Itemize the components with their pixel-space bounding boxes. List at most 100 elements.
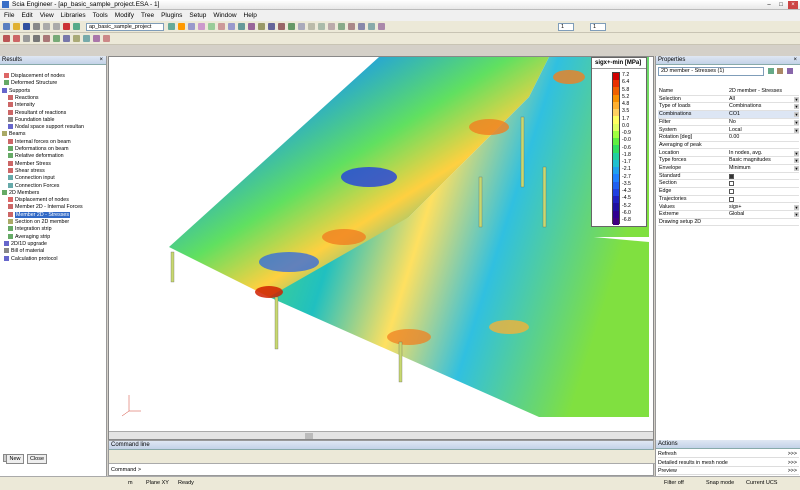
property-row[interactable]: Standard xyxy=(658,173,799,181)
tree-item[interactable]: Relative deformation xyxy=(8,153,64,160)
beam-tool-icon[interactable] xyxy=(33,35,40,42)
tree-item[interactable]: Member 2D - Stresses xyxy=(8,211,70,219)
filter-icon[interactable] xyxy=(768,68,774,74)
property-value[interactable]: Basic magnitudes xyxy=(729,157,797,164)
property-row[interactable]: Type of loads Combinations ▼ xyxy=(658,103,799,111)
menu-libraries[interactable]: Libraries xyxy=(61,12,86,19)
tree-item[interactable]: Connection Forces xyxy=(8,183,59,190)
properties-selector[interactable]: 2D member - Stresses (1) xyxy=(658,67,764,76)
menu-tools[interactable]: Tools xyxy=(93,12,108,19)
property-value[interactable]: Minimum xyxy=(729,165,797,172)
tree-item[interactable]: Member 2D - Internal Forces xyxy=(8,204,83,211)
menu-tree[interactable]: Tree xyxy=(141,12,154,19)
property-row[interactable]: Selection All ▼ xyxy=(658,96,799,104)
tree-item[interactable]: Bill of material xyxy=(4,248,44,255)
property-value[interactable]: sigx+ xyxy=(729,204,797,211)
spin-input-1[interactable]: 1 xyxy=(558,22,574,31)
action-row[interactable]: Preview >>> xyxy=(658,467,799,475)
light-icon[interactable] xyxy=(378,23,385,30)
tree-item[interactable]: Section on 2D member xyxy=(8,219,69,226)
chevron-down-icon[interactable]: ▼ xyxy=(794,166,799,171)
property-row[interactable]: Rotation [deg] 0.00 xyxy=(658,134,799,142)
tree-item[interactable]: Shear stress xyxy=(8,168,45,175)
property-checkbox[interactable] xyxy=(729,196,734,202)
tree-item[interactable]: Deformed Structure xyxy=(4,80,57,87)
chevron-down-icon[interactable]: ▼ xyxy=(794,204,799,210)
tree-item[interactable]: Calculation protocol xyxy=(4,256,58,263)
action-go-button[interactable]: >>> xyxy=(788,467,797,475)
tree-item[interactable]: Nodal space support resultan xyxy=(8,124,84,131)
action-row[interactable]: Detailed results in mesh node >>> xyxy=(658,459,799,467)
close-button[interactable]: Close xyxy=(27,454,47,464)
menu-setup[interactable]: Setup xyxy=(189,12,206,19)
clip-icon[interactable] xyxy=(368,23,375,30)
combination-tool-icon[interactable] xyxy=(93,35,100,42)
opening-tool-icon[interactable] xyxy=(53,35,60,42)
action-row[interactable]: Refresh >>> xyxy=(658,450,799,458)
chevron-down-icon[interactable]: ▼ xyxy=(794,96,799,102)
mesh-icon[interactable] xyxy=(198,23,205,30)
support-tool-icon[interactable] xyxy=(3,35,10,42)
measure-icon[interactable] xyxy=(358,23,365,30)
render-icon[interactable] xyxy=(278,23,285,30)
plate-tool-icon[interactable] xyxy=(43,35,50,42)
property-row[interactable]: System Local ▼ xyxy=(658,127,799,134)
tree-item[interactable]: Beams xyxy=(2,131,26,138)
layer-icon[interactable] xyxy=(308,23,315,30)
tree-item[interactable]: Resultant of reactions xyxy=(8,110,66,117)
tree-item[interactable]: Intensity xyxy=(8,102,35,109)
action-go-button[interactable]: >>> xyxy=(788,459,797,467)
property-value[interactable]: Combinations xyxy=(729,103,797,110)
snap-icon[interactable] xyxy=(348,23,355,30)
tree-item[interactable]: Supports xyxy=(2,88,30,95)
edit-icon[interactable] xyxy=(777,68,783,74)
property-value[interactable]: 0.00 xyxy=(729,134,797,141)
filter-icon[interactable] xyxy=(318,23,325,30)
project-combo[interactable]: ap_basic_sample_project xyxy=(86,22,164,31)
menu-modify[interactable]: Modify xyxy=(115,12,134,19)
check-icon[interactable] xyxy=(188,23,195,30)
load-tool-icon[interactable] xyxy=(13,35,20,42)
chevron-down-icon[interactable]: ▼ xyxy=(794,119,799,125)
menu-plugins[interactable]: Plugins xyxy=(161,12,182,19)
new-button[interactable]: New xyxy=(6,454,24,464)
close-window-button[interactable]: × xyxy=(788,1,798,9)
property-checkbox[interactable] xyxy=(729,181,734,187)
tree-item[interactable]: Member Stress xyxy=(8,161,51,168)
property-value[interactable]: In nodes, avg. xyxy=(729,150,797,157)
scrollbar-thumb[interactable] xyxy=(305,433,313,439)
property-value[interactable]: Local xyxy=(729,127,797,134)
chevron-down-icon[interactable]: ▼ xyxy=(794,150,799,156)
status-snap[interactable]: Snap mode xyxy=(706,480,734,486)
pan-icon[interactable] xyxy=(258,23,265,30)
maximize-button[interactable]: □ xyxy=(776,1,786,9)
open-folder-icon[interactable] xyxy=(13,23,20,30)
chevron-down-icon[interactable]: ▼ xyxy=(794,212,799,218)
undo-icon[interactable] xyxy=(43,23,50,30)
property-row[interactable]: Values sigx+ ▼ xyxy=(658,204,799,211)
new-file-icon[interactable] xyxy=(3,23,10,30)
grid-icon[interactable] xyxy=(338,23,345,30)
panel-close-icon[interactable]: × xyxy=(99,57,103,63)
display-icon[interactable] xyxy=(298,23,305,30)
minimize-button[interactable]: – xyxy=(764,1,774,9)
property-row[interactable]: Name 2D member - Stresses xyxy=(658,88,799,96)
calc-icon[interactable] xyxy=(168,23,175,30)
property-checkbox[interactable] xyxy=(729,173,734,179)
property-value[interactable]: 2D member - Stresses xyxy=(729,88,797,95)
tree-item[interactable]: Averaging strip xyxy=(8,234,50,241)
tree-item[interactable]: Deformations on beam xyxy=(8,146,69,153)
chevron-down-icon[interactable]: ▼ xyxy=(794,112,799,118)
property-value[interactable]: CO1 xyxy=(729,111,797,118)
zoom-out-icon[interactable] xyxy=(248,23,255,30)
tree-item[interactable]: Foundation table xyxy=(8,117,54,124)
property-row[interactable]: Envelope Minimum ▼ xyxy=(658,165,799,173)
property-row[interactable]: Combinations CO1 ▼ xyxy=(658,111,799,119)
menu-view[interactable]: View xyxy=(40,12,54,19)
menu-help[interactable]: Help xyxy=(244,12,257,19)
tree-item[interactable]: Reactions xyxy=(8,95,39,102)
rib-tool-icon[interactable] xyxy=(63,35,70,42)
results-icon[interactable] xyxy=(178,23,185,30)
hinge-tool-icon[interactable] xyxy=(73,35,80,42)
properties-icon[interactable] xyxy=(73,23,80,30)
